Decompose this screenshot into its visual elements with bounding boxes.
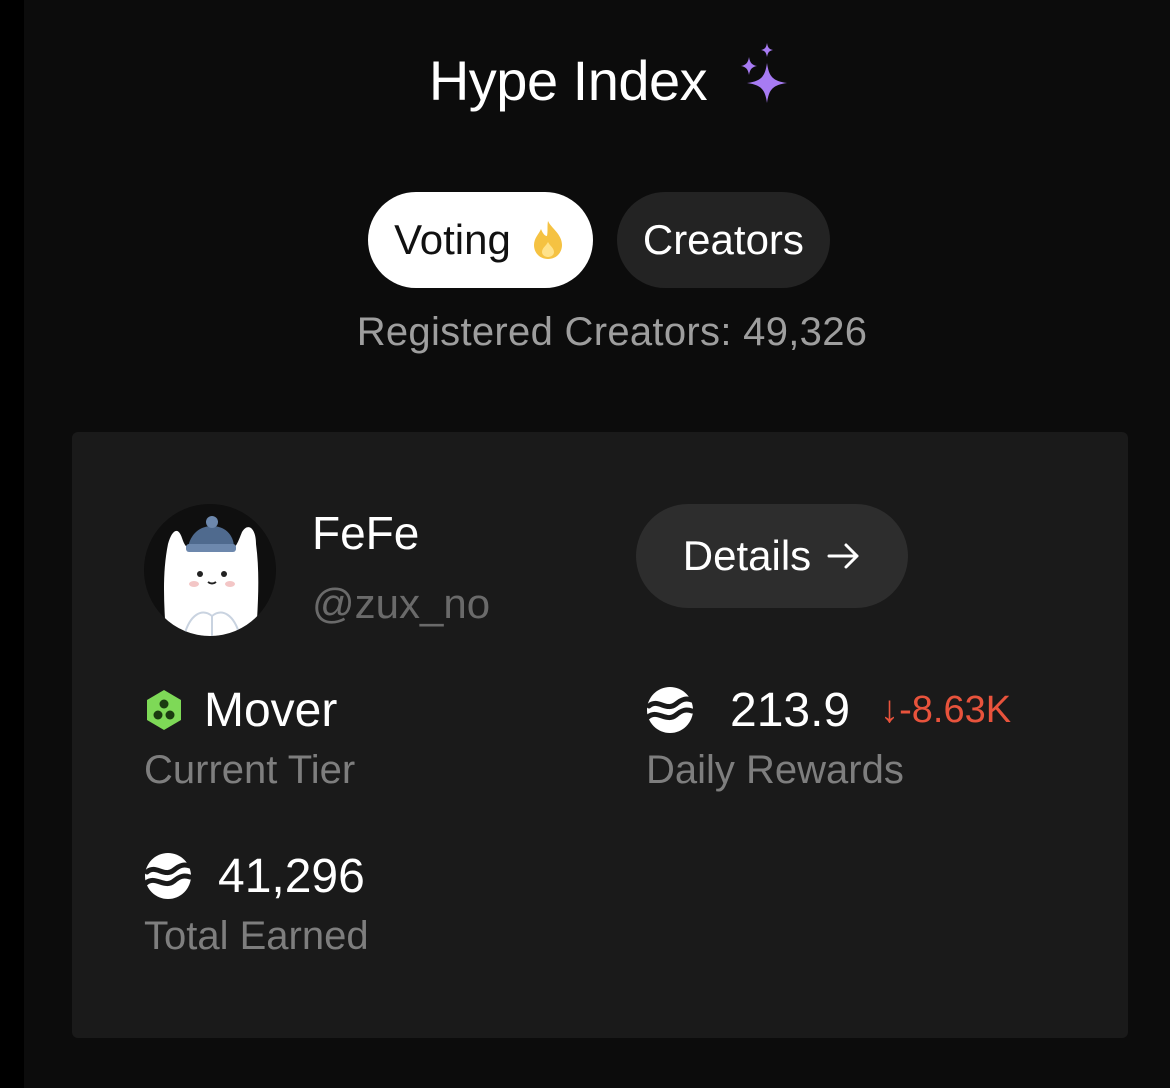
token-icon [646, 687, 694, 733]
header: Hype Index [24, 40, 1170, 120]
tier-label: Current Tier [144, 748, 356, 792]
creator-name: FeFe [312, 507, 420, 559]
tier-value: Mover [204, 683, 338, 737]
app-screen: Hype Index Voting Creators Registered Cr… [24, 0, 1170, 1088]
daily-rewards-stat: 213.9 ↓ -8.63K Daily Rewards [646, 680, 1011, 793]
creator-handle: @zux_no [312, 580, 491, 627]
sparkles-icon [741, 43, 788, 103]
tab-creators-label: Creators [642, 216, 804, 263]
registered-creators-count: Registered Creators: 49,326 [356, 310, 868, 354]
total-earned-value: 41,296 [218, 849, 365, 903]
tier-stat: Mover Current Tier [144, 680, 355, 793]
details-button[interactable]: Details [636, 504, 908, 608]
creator-card: FeFe @zux_no Details Mover Current Tier [72, 432, 1128, 1038]
avatar[interactable] [144, 504, 276, 636]
tab-voting[interactable]: Voting [368, 192, 593, 288]
daily-rewards-change: ↓ -8.63K [880, 689, 1011, 732]
tier-badge-icon [147, 690, 181, 730]
avatar-image [144, 504, 276, 636]
flame-icon [533, 221, 562, 259]
page-title: Hype Index [428, 48, 708, 112]
token-icon [144, 853, 192, 899]
total-earned-label: Total Earned [144, 914, 369, 958]
tab-voting-label: Voting [394, 216, 511, 263]
arrow-down-icon: ↓ [880, 688, 900, 731]
daily-rewards-change-value: -8.63K [899, 688, 1012, 731]
tab-bar: Voting Creators [24, 192, 1170, 288]
daily-rewards-value: 213.9 [730, 683, 851, 737]
total-earned-stat: 41,296 Total Earned [144, 846, 369, 959]
tab-creators[interactable]: Creators [616, 192, 830, 288]
details-label: Details [682, 532, 812, 579]
arrow-right-icon [827, 543, 859, 569]
daily-rewards-label: Daily Rewards [646, 748, 904, 792]
